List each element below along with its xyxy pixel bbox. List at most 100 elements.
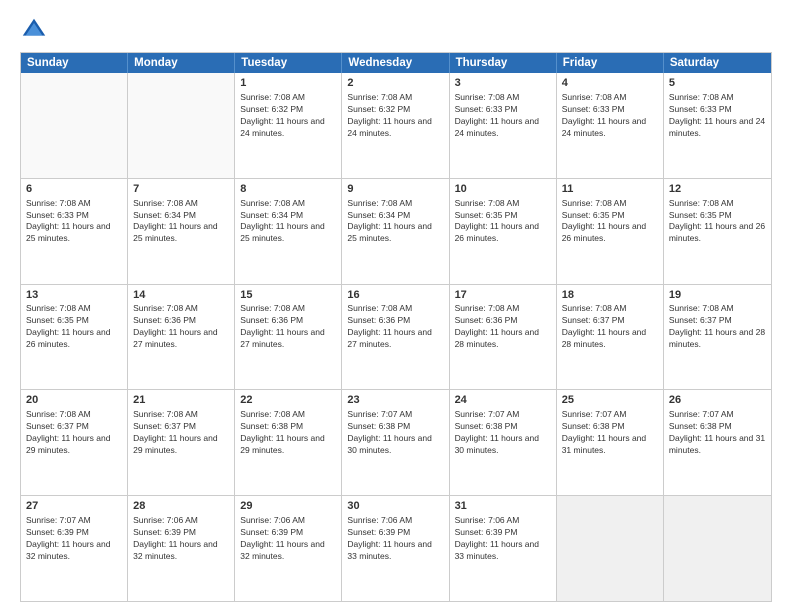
- empty-cell: [128, 73, 235, 178]
- calendar-body: 1Sunrise: 7:08 AMSunset: 6:32 PMDaylight…: [21, 73, 771, 601]
- header: [20, 16, 772, 44]
- day-cell-30: 30Sunrise: 7:06 AMSunset: 6:39 PMDayligh…: [342, 496, 449, 601]
- day-info: Sunrise: 7:08 AMSunset: 6:32 PMDaylight:…: [240, 92, 336, 140]
- day-cell-20: 20Sunrise: 7:08 AMSunset: 6:37 PMDayligh…: [21, 390, 128, 495]
- day-info: Sunrise: 7:07 AMSunset: 6:39 PMDaylight:…: [26, 515, 122, 563]
- day-number: 1: [240, 76, 336, 91]
- day-cell-17: 17Sunrise: 7:08 AMSunset: 6:36 PMDayligh…: [450, 285, 557, 390]
- day-header-thursday: Thursday: [450, 53, 557, 73]
- logo-icon: [20, 16, 48, 44]
- day-number: 17: [455, 288, 551, 303]
- day-info: Sunrise: 7:06 AMSunset: 6:39 PMDaylight:…: [240, 515, 336, 563]
- day-number: 18: [562, 288, 658, 303]
- day-info: Sunrise: 7:08 AMSunset: 6:35 PMDaylight:…: [562, 198, 658, 246]
- day-cell-6: 6Sunrise: 7:08 AMSunset: 6:33 PMDaylight…: [21, 179, 128, 284]
- day-cell-4: 4Sunrise: 7:08 AMSunset: 6:33 PMDaylight…: [557, 73, 664, 178]
- day-info: Sunrise: 7:08 AMSunset: 6:33 PMDaylight:…: [669, 92, 766, 140]
- week-row-5: 27Sunrise: 7:07 AMSunset: 6:39 PMDayligh…: [21, 495, 771, 601]
- day-number: 2: [347, 76, 443, 91]
- day-info: Sunrise: 7:07 AMSunset: 6:38 PMDaylight:…: [455, 409, 551, 457]
- day-number: 28: [133, 499, 229, 514]
- day-number: 10: [455, 182, 551, 197]
- week-row-4: 20Sunrise: 7:08 AMSunset: 6:37 PMDayligh…: [21, 389, 771, 495]
- day-number: 19: [669, 288, 766, 303]
- empty-cell: [21, 73, 128, 178]
- empty-cell: [664, 496, 771, 601]
- day-number: 4: [562, 76, 658, 91]
- day-info: Sunrise: 7:08 AMSunset: 6:37 PMDaylight:…: [133, 409, 229, 457]
- day-info: Sunrise: 7:08 AMSunset: 6:37 PMDaylight:…: [562, 303, 658, 351]
- day-header-saturday: Saturday: [664, 53, 771, 73]
- day-info: Sunrise: 7:08 AMSunset: 6:35 PMDaylight:…: [455, 198, 551, 246]
- day-info: Sunrise: 7:07 AMSunset: 6:38 PMDaylight:…: [347, 409, 443, 457]
- day-info: Sunrise: 7:08 AMSunset: 6:32 PMDaylight:…: [347, 92, 443, 140]
- day-info: Sunrise: 7:08 AMSunset: 6:37 PMDaylight:…: [669, 303, 766, 351]
- day-info: Sunrise: 7:06 AMSunset: 6:39 PMDaylight:…: [347, 515, 443, 563]
- day-number: 12: [669, 182, 766, 197]
- day-cell-2: 2Sunrise: 7:08 AMSunset: 6:32 PMDaylight…: [342, 73, 449, 178]
- day-number: 11: [562, 182, 658, 197]
- day-info: Sunrise: 7:08 AMSunset: 6:38 PMDaylight:…: [240, 409, 336, 457]
- day-number: 5: [669, 76, 766, 91]
- day-number: 30: [347, 499, 443, 514]
- week-row-2: 6Sunrise: 7:08 AMSunset: 6:33 PMDaylight…: [21, 178, 771, 284]
- day-info: Sunrise: 7:08 AMSunset: 6:33 PMDaylight:…: [26, 198, 122, 246]
- day-number: 9: [347, 182, 443, 197]
- day-cell-24: 24Sunrise: 7:07 AMSunset: 6:38 PMDayligh…: [450, 390, 557, 495]
- day-number: 20: [26, 393, 122, 408]
- day-info: Sunrise: 7:08 AMSunset: 6:36 PMDaylight:…: [347, 303, 443, 351]
- day-cell-5: 5Sunrise: 7:08 AMSunset: 6:33 PMDaylight…: [664, 73, 771, 178]
- day-info: Sunrise: 7:08 AMSunset: 6:36 PMDaylight:…: [455, 303, 551, 351]
- day-cell-25: 25Sunrise: 7:07 AMSunset: 6:38 PMDayligh…: [557, 390, 664, 495]
- day-number: 21: [133, 393, 229, 408]
- day-header-tuesday: Tuesday: [235, 53, 342, 73]
- day-number: 29: [240, 499, 336, 514]
- day-number: 16: [347, 288, 443, 303]
- day-cell-8: 8Sunrise: 7:08 AMSunset: 6:34 PMDaylight…: [235, 179, 342, 284]
- day-info: Sunrise: 7:08 AMSunset: 6:34 PMDaylight:…: [133, 198, 229, 246]
- day-cell-18: 18Sunrise: 7:08 AMSunset: 6:37 PMDayligh…: [557, 285, 664, 390]
- day-cell-3: 3Sunrise: 7:08 AMSunset: 6:33 PMDaylight…: [450, 73, 557, 178]
- day-info: Sunrise: 7:07 AMSunset: 6:38 PMDaylight:…: [562, 409, 658, 457]
- day-number: 15: [240, 288, 336, 303]
- day-cell-12: 12Sunrise: 7:08 AMSunset: 6:35 PMDayligh…: [664, 179, 771, 284]
- day-cell-10: 10Sunrise: 7:08 AMSunset: 6:35 PMDayligh…: [450, 179, 557, 284]
- day-header-sunday: Sunday: [21, 53, 128, 73]
- day-cell-11: 11Sunrise: 7:08 AMSunset: 6:35 PMDayligh…: [557, 179, 664, 284]
- day-cell-9: 9Sunrise: 7:08 AMSunset: 6:34 PMDaylight…: [342, 179, 449, 284]
- week-row-3: 13Sunrise: 7:08 AMSunset: 6:35 PMDayligh…: [21, 284, 771, 390]
- day-info: Sunrise: 7:07 AMSunset: 6:38 PMDaylight:…: [669, 409, 766, 457]
- week-row-1: 1Sunrise: 7:08 AMSunset: 6:32 PMDaylight…: [21, 73, 771, 178]
- calendar: SundayMondayTuesdayWednesdayThursdayFrid…: [20, 52, 772, 602]
- day-info: Sunrise: 7:08 AMSunset: 6:35 PMDaylight:…: [26, 303, 122, 351]
- day-cell-26: 26Sunrise: 7:07 AMSunset: 6:38 PMDayligh…: [664, 390, 771, 495]
- day-cell-23: 23Sunrise: 7:07 AMSunset: 6:38 PMDayligh…: [342, 390, 449, 495]
- day-cell-14: 14Sunrise: 7:08 AMSunset: 6:36 PMDayligh…: [128, 285, 235, 390]
- day-cell-13: 13Sunrise: 7:08 AMSunset: 6:35 PMDayligh…: [21, 285, 128, 390]
- logo: [20, 16, 52, 44]
- day-number: 25: [562, 393, 658, 408]
- day-info: Sunrise: 7:08 AMSunset: 6:36 PMDaylight:…: [133, 303, 229, 351]
- day-number: 6: [26, 182, 122, 197]
- day-info: Sunrise: 7:08 AMSunset: 6:37 PMDaylight:…: [26, 409, 122, 457]
- day-number: 14: [133, 288, 229, 303]
- day-number: 26: [669, 393, 766, 408]
- page: SundayMondayTuesdayWednesdayThursdayFrid…: [0, 0, 792, 612]
- day-cell-1: 1Sunrise: 7:08 AMSunset: 6:32 PMDaylight…: [235, 73, 342, 178]
- day-info: Sunrise: 7:08 AMSunset: 6:36 PMDaylight:…: [240, 303, 336, 351]
- day-info: Sunrise: 7:06 AMSunset: 6:39 PMDaylight:…: [133, 515, 229, 563]
- day-number: 7: [133, 182, 229, 197]
- day-info: Sunrise: 7:08 AMSunset: 6:34 PMDaylight:…: [347, 198, 443, 246]
- day-info: Sunrise: 7:08 AMSunset: 6:34 PMDaylight:…: [240, 198, 336, 246]
- day-cell-16: 16Sunrise: 7:08 AMSunset: 6:36 PMDayligh…: [342, 285, 449, 390]
- day-cell-15: 15Sunrise: 7:08 AMSunset: 6:36 PMDayligh…: [235, 285, 342, 390]
- day-number: 22: [240, 393, 336, 408]
- day-cell-27: 27Sunrise: 7:07 AMSunset: 6:39 PMDayligh…: [21, 496, 128, 601]
- calendar-header: SundayMondayTuesdayWednesdayThursdayFrid…: [21, 53, 771, 73]
- day-number: 23: [347, 393, 443, 408]
- day-cell-29: 29Sunrise: 7:06 AMSunset: 6:39 PMDayligh…: [235, 496, 342, 601]
- day-info: Sunrise: 7:08 AMSunset: 6:33 PMDaylight:…: [562, 92, 658, 140]
- day-info: Sunrise: 7:06 AMSunset: 6:39 PMDaylight:…: [455, 515, 551, 563]
- day-header-friday: Friday: [557, 53, 664, 73]
- day-number: 31: [455, 499, 551, 514]
